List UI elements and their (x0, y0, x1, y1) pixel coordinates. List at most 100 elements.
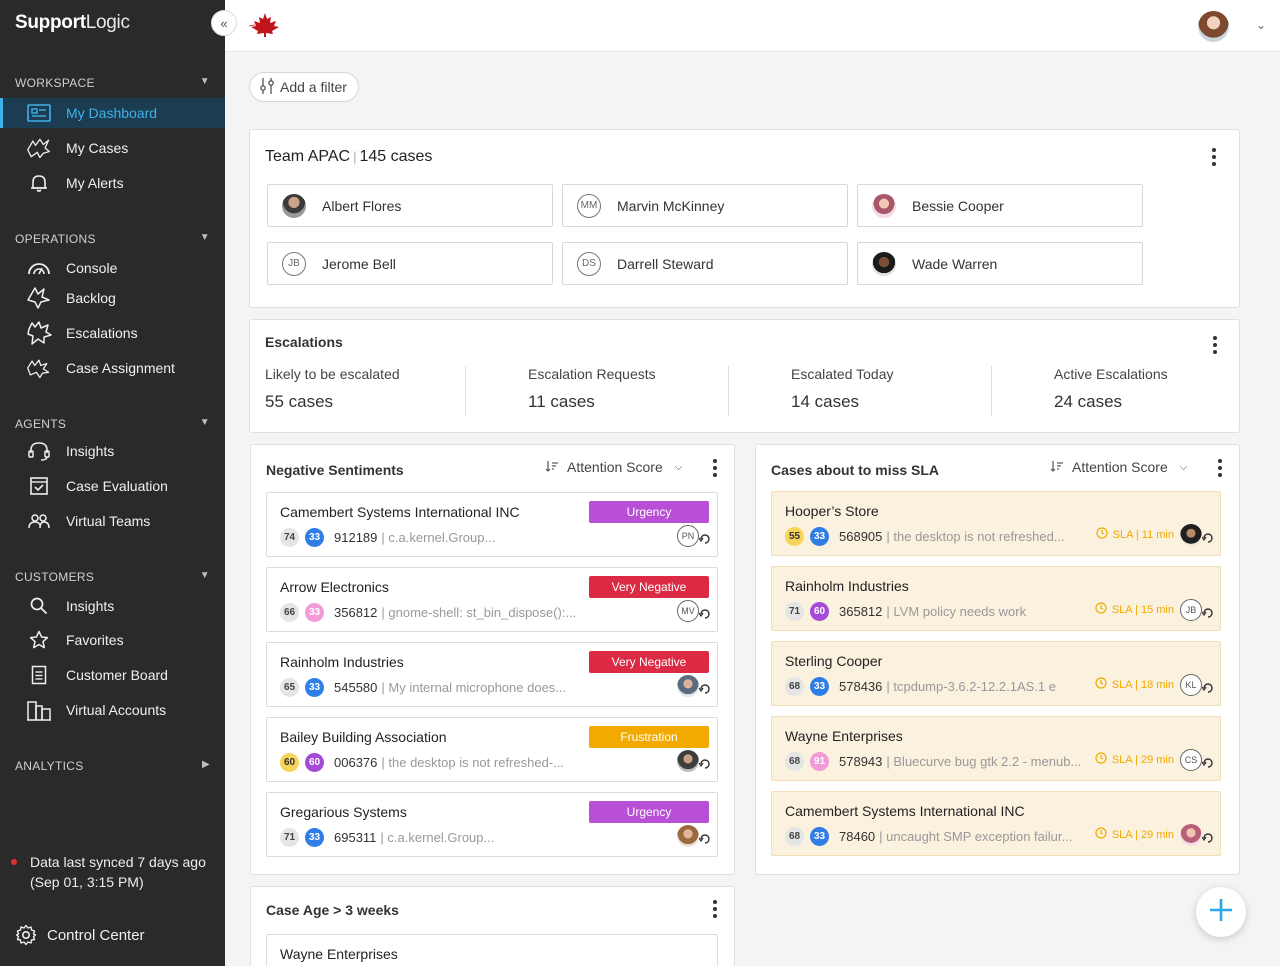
sentiment-badge: Frustration (589, 726, 709, 748)
sidebar-item-agent-insights[interactable]: Insights (0, 436, 225, 466)
team-member[interactable]: MM Marvin McKinney (562, 184, 848, 227)
sidebar-item-case-evaluation[interactable]: Case Evaluation (0, 471, 225, 501)
sidebar-item-my-cases[interactable]: My Cases (0, 133, 225, 163)
sidebar-item-label: Favorites (66, 632, 124, 648)
sidebar-item-customer-insights[interactable]: Insights (0, 591, 225, 621)
section-customers[interactable]: CUSTOMERS ▼ (15, 570, 210, 584)
case-meta: 71 33 695311 | c.a.kernel.Group... (280, 828, 494, 847)
case-age-title: Case Age > 3 weeks (266, 902, 399, 918)
stat-value: 14 cases (791, 392, 860, 411)
buildings-icon (26, 697, 52, 723)
plus-icon (1208, 897, 1234, 928)
sidebar-item-label: My Cases (66, 140, 129, 156)
more-options-icon[interactable] (712, 459, 718, 477)
team-member[interactable]: Wade Warren (857, 242, 1143, 285)
sidebar-item-console[interactable]: Console (0, 253, 225, 283)
sidebar-item-customer-board[interactable]: Customer Board (0, 660, 225, 690)
assignee-avatar[interactable] (1180, 824, 1202, 846)
clock-icon (1095, 827, 1107, 842)
app-logo[interactable]: SupportLogic (15, 12, 130, 34)
sidebar-item-backlog[interactable]: Backlog (0, 283, 225, 313)
escalation-stat[interactable]: Escalated Today 14 cases (791, 366, 893, 416)
score-pill: 65 (280, 678, 299, 697)
assignee-avatar[interactable]: MV (677, 600, 699, 622)
assignee-avatar[interactable] (677, 825, 699, 847)
sort-label: Attention Score (567, 459, 663, 475)
customer-name: Bailey Building Association (280, 729, 447, 745)
team-member[interactable]: DS Darrell Steward (562, 242, 848, 285)
team-member[interactable]: Bessie Cooper (857, 184, 1143, 227)
case-meta: 60 60 006376 | the desktop is not refres… (280, 753, 564, 772)
sidebar-item-my-dashboard[interactable]: My Dashboard (0, 98, 225, 128)
case-number: 365812 (839, 604, 883, 619)
sidebar-item-virtual-accounts[interactable]: Virtual Accounts (0, 695, 225, 725)
sidebar-item-favorites[interactable]: Favorites (0, 625, 225, 655)
case-card[interactable]: Hooper’s Store 55 33 568905 | the deskto… (771, 491, 1221, 556)
assignee-avatar[interactable] (1180, 524, 1202, 546)
section-analytics-label: ANALYTICS (15, 759, 84, 773)
team-member[interactable]: Albert Flores (267, 184, 553, 227)
case-card[interactable]: Camembert Systems International INC Urge… (266, 492, 718, 557)
escalation-stat[interactable]: Escalation Requests 11 cases (528, 366, 656, 416)
section-customers-label: CUSTOMERS (15, 570, 95, 584)
section-analytics[interactable]: ANALYTICS ▶ (15, 759, 210, 773)
section-agents[interactable]: AGENTS ▼ (15, 417, 210, 431)
escalation-stat[interactable]: Active Escalations 24 cases (1054, 366, 1168, 416)
more-options-icon[interactable] (1211, 148, 1217, 166)
section-operations-label: OPERATIONS (15, 232, 96, 246)
control-center-button[interactable]: Control Center (15, 924, 145, 946)
case-card[interactable]: Sterling Cooper 68 33 578436 | tcpdump-3… (771, 641, 1221, 706)
customer-name: Arrow Electronics (280, 579, 389, 595)
team-name: Team APAC (265, 148, 351, 165)
sidebar-item-escalations[interactable]: Escalations (0, 318, 225, 348)
sort-dropdown[interactable]: Attention Score ⌵ (1050, 459, 1187, 475)
section-operations[interactable]: OPERATIONS ▼ (15, 232, 210, 246)
case-card[interactable]: Rainholm Industries Very Negative 65 33 … (266, 642, 718, 707)
assignee-avatar[interactable] (677, 750, 699, 772)
priority-pill: 33 (810, 527, 829, 546)
customer-name: Wayne Enterprises (785, 728, 903, 744)
assignment-icon (26, 355, 52, 381)
case-card[interactable]: Rainholm Industries 71 60 365812 | LVM p… (771, 566, 1221, 631)
caret-down-icon: ▼ (199, 570, 210, 581)
escalation-stat[interactable]: Likely to be escalated 55 cases (265, 366, 400, 416)
team-member[interactable]: JB Jerome Bell (267, 242, 553, 285)
more-options-icon[interactable] (1212, 336, 1218, 354)
sidebar-item-virtual-teams[interactable]: Virtual Teams (0, 506, 225, 536)
assignee-avatar[interactable]: JB (1180, 599, 1202, 621)
more-options-icon[interactable] (712, 900, 718, 918)
collapse-sidebar-button[interactable]: « (211, 10, 237, 36)
case-card[interactable]: Bailey Building Association Frustration … (266, 717, 718, 782)
add-widget-button[interactable] (1196, 887, 1246, 937)
case-card[interactable]: Gregarious Systems Urgency 71 33 695311 … (266, 792, 718, 857)
sidebar-item-my-alerts[interactable]: My Alerts (0, 168, 225, 198)
title-separator: | (353, 149, 357, 164)
avatar (282, 193, 306, 218)
assignee-avatar[interactable]: CS (1180, 749, 1202, 771)
team-case-count: 145 cases (359, 148, 433, 165)
member-name: Darrell Steward (617, 255, 714, 272)
assignee-avatar[interactable]: KL (1180, 674, 1202, 696)
case-card[interactable]: Camembert Systems International INC 68 3… (771, 791, 1221, 856)
assignee-avatar[interactable] (677, 675, 699, 697)
case-age-card: Case Age > 3 weeks Wayne Enterprises (250, 886, 735, 966)
case-card[interactable]: Wayne Enterprises (266, 934, 718, 966)
chevron-down-icon[interactable]: ⌄ (1256, 18, 1266, 32)
user-avatar[interactable] (1198, 11, 1229, 42)
more-options-icon[interactable] (1217, 459, 1223, 477)
team-card: Team APAC | 145 cases Albert Flores MM Mar… (249, 129, 1240, 308)
sidebar-item-case-assignment[interactable]: Case Assignment (0, 353, 225, 383)
sort-dropdown[interactable]: Attention Score ⌵ (545, 459, 682, 475)
case-number: 006376 (334, 755, 378, 770)
caret-right-icon: ▶ (202, 759, 210, 770)
reassign-icon (1201, 531, 1214, 543)
evaluation-icon (26, 473, 52, 499)
case-card[interactable]: Wayne Enterprises 68 91 578943 | Bluecur… (771, 716, 1221, 781)
assignee-avatar[interactable]: PN (677, 525, 699, 547)
case-card[interactable]: Arrow Electronics Very Negative 66 33 35… (266, 567, 718, 632)
section-workspace[interactable]: WORKSPACE ▼ (15, 76, 210, 90)
add-filter-button[interactable]: Add a filter (249, 72, 359, 102)
sla-time-label: SLA | 29 min (1111, 753, 1174, 766)
sync-status: Data last synced 7 days ago (Sep 01, 3:1… (11, 852, 210, 892)
customer-name: Hooper’s Store (785, 503, 879, 519)
